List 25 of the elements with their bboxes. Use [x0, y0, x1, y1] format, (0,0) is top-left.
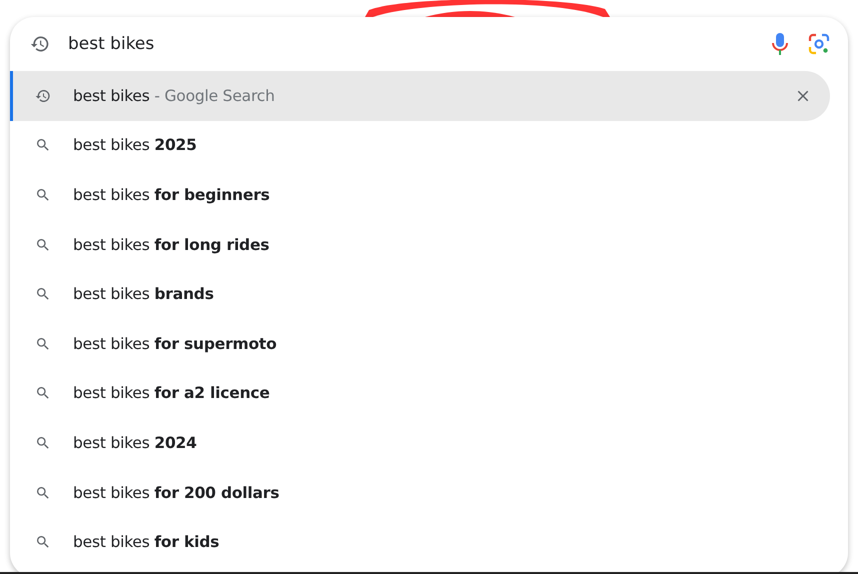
suggestion-item[interactable]: best bikes brands: [10, 269, 848, 319]
search-icon: [35, 434, 51, 451]
camera-icon[interactable]: [808, 33, 830, 55]
search-icon: [35, 236, 51, 253]
search-icon: [35, 137, 51, 154]
search-icon: [35, 286, 51, 302]
search-icon: [35, 484, 51, 501]
suggestion-item[interactable]: best bikes for long rides: [10, 220, 848, 270]
history-icon: [30, 34, 50, 54]
search-icon: [35, 186, 51, 203]
search-icon: [35, 534, 51, 550]
search-icon: [35, 385, 51, 402]
suggestion-source: - Google Search: [153, 86, 275, 105]
suggestion-item[interactable]: best bikes for a2 licence: [10, 368, 848, 418]
history-icon: [35, 88, 51, 104]
suggestion-item[interactable]: best bikes for 200 dollars: [10, 468, 848, 518]
microphone-icon[interactable]: [770, 32, 790, 56]
suggestion-item[interactable]: best bikes - Google Search: [10, 71, 830, 121]
suggestion-item[interactable]: best bikes for supermoto: [10, 318, 848, 369]
suggestion-item[interactable]: best bikes 2025: [10, 120, 848, 170]
search-field[interactable]: best bikes: [68, 34, 752, 54]
suggestion-item[interactable]: best bikes for beginners: [10, 170, 848, 220]
search-icon: [35, 336, 51, 352]
suggestion-item[interactable]: best bikes 2024: [10, 418, 848, 468]
suggestion-item[interactable]: best bikes for kids: [10, 517, 848, 567]
